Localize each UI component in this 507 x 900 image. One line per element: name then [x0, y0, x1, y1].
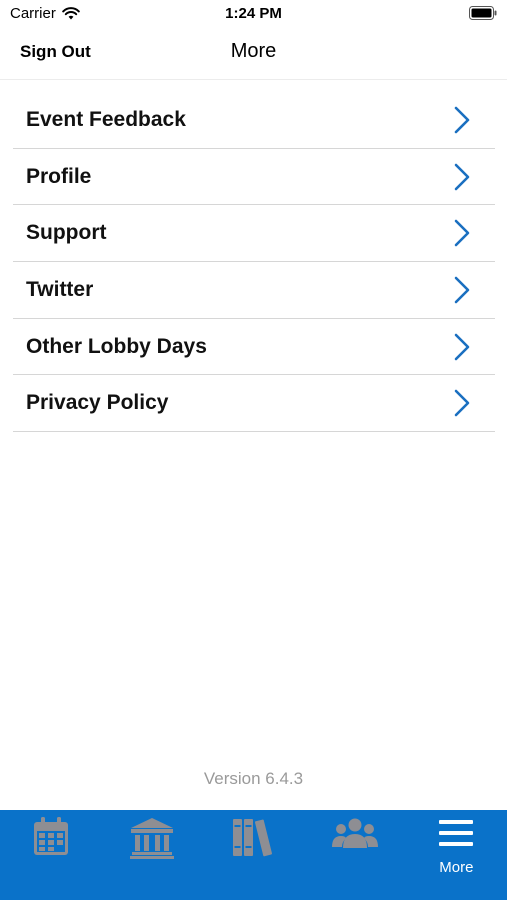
capitol-building-icon — [130, 818, 175, 859]
chevron-right-icon — [454, 276, 470, 304]
menu-item-profile[interactable]: Profile — [13, 149, 495, 206]
people-group-icon — [331, 818, 378, 848]
chevron-right-icon — [454, 390, 470, 417]
app-version-label: Version 6.4.3 — [203, 769, 304, 788]
menu-item-twitter[interactable]: Twitter — [13, 262, 495, 319]
status-time: 1:24 PM — [225, 5, 282, 22]
menu-item-label: Profile — [26, 164, 92, 188]
chevron-right-icon — [454, 163, 470, 190]
calendar-icon — [33, 817, 68, 855]
menu-item-label: Twitter — [26, 278, 94, 302]
tab-people[interactable] — [304, 810, 405, 900]
chevron-right-icon — [454, 220, 470, 247]
navigation-bar: Sign Out More — [0, 28, 507, 80]
library-books-icon — [232, 819, 272, 857]
menu-item-label: Event Feedback — [26, 108, 186, 131]
chevron-right-icon — [454, 106, 470, 134]
menu-item-label: Privacy Policy — [26, 391, 169, 415]
menu-item-event-feedback[interactable]: Event Feedback — [13, 92, 495, 149]
tab-calendar[interactable] — [0, 810, 101, 900]
page-title: More — [230, 40, 277, 62]
tab-government[interactable] — [101, 810, 202, 900]
tab-more[interactable]: More — [406, 810, 507, 900]
chevron-right-icon — [454, 333, 470, 361]
tab-label: More — [439, 859, 474, 876]
menu-item-support[interactable]: Support — [13, 205, 495, 263]
menu-item-label: Other Lobby Days — [26, 334, 207, 358]
tab-library[interactable] — [203, 810, 304, 900]
menu-item-other-lobby-days[interactable]: Other Lobby Days — [13, 319, 495, 376]
more-menu-list: Event Feedback Profile Support Twitter O… — [13, 92, 495, 433]
battery-icon — [469, 6, 497, 20]
status-bar: Carrier 1:24 PM — [0, 0, 507, 28]
tab-bar: More — [0, 810, 507, 900]
menu-hamburger-icon — [439, 820, 474, 846]
menu-item-privacy-policy[interactable]: Privacy Policy — [13, 375, 495, 433]
menu-item-label: Support — [26, 221, 107, 245]
